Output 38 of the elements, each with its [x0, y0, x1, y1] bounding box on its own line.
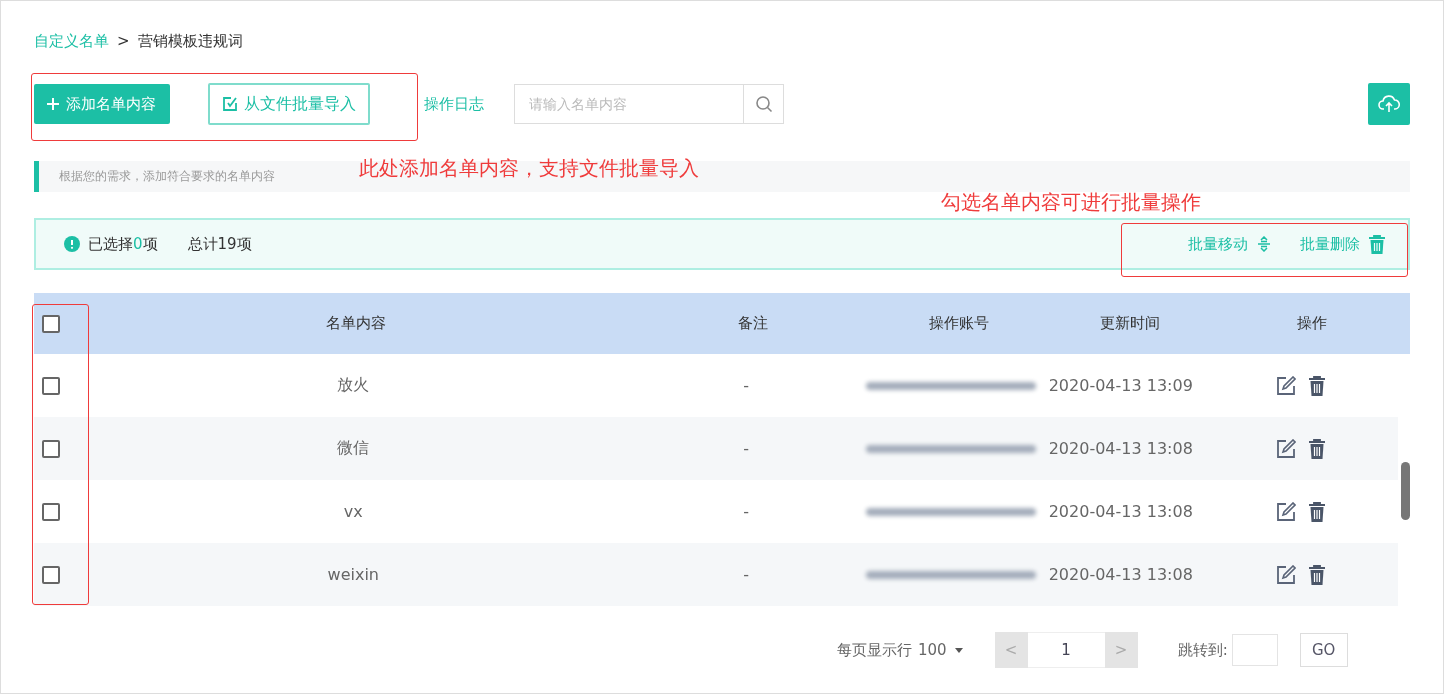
column-header: 更新时间	[1100, 314, 1161, 333]
table-cell: weixin	[327, 565, 379, 584]
batch-move-button[interactable]: 批量移动	[1188, 234, 1272, 254]
table-cell: -	[743, 502, 750, 521]
breadcrumb-separator: >	[117, 32, 130, 50]
go-button[interactable]: GO	[1299, 633, 1348, 667]
table-cell: 2020-04-13 13:09	[1048, 376, 1193, 395]
breadcrumb-link[interactable]: 自定义名单	[34, 31, 109, 51]
column-header: 操作账号	[928, 314, 989, 333]
rows-per-page-label: 每页显示行	[837, 640, 912, 660]
table-cell: 2020-04-13 13:08	[1048, 565, 1193, 584]
column-header: 备注	[737, 314, 768, 333]
add-content-button[interactable]: 添加名单内容	[34, 84, 170, 124]
search-field[interactable]: 请输入名单内容	[514, 84, 744, 124]
hint-text: 根据您的需求，添加符合要求的名单内容	[58, 168, 275, 185]
column-header: 操作	[1296, 314, 1327, 333]
annotation-text: 勾选名单内容可进行批量操作	[941, 189, 1201, 216]
next-page-button[interactable]: >	[1104, 632, 1138, 668]
breadcrumb-current: 营销模板违规词	[137, 31, 243, 51]
annotation-text: 此处添加名单内容，支持文件批量导入	[359, 155, 699, 182]
table-cell: -	[743, 439, 750, 458]
jump-to-label: 跳转到:	[1177, 640, 1228, 660]
table-cell: 2020-04-13 13:08	[1048, 439, 1193, 458]
column-header: 名单内容	[326, 314, 387, 333]
table-cell: 放火	[337, 375, 370, 396]
table-cell: 微信	[337, 438, 370, 459]
operation-log-link[interactable]: 操作日志	[424, 94, 484, 114]
previous-page-button[interactable]: <	[994, 632, 1028, 668]
rows-per-page-dropdown[interactable]: 100	[918, 641, 963, 659]
table-cell: -	[743, 376, 750, 395]
total-count: 总计19项	[187, 234, 252, 254]
import-button[interactable]: 从文件批量导入	[208, 83, 370, 125]
table-cell: vx	[343, 502, 363, 521]
selected-count: 已选择0项	[88, 234, 158, 254]
table-cell: -	[743, 565, 750, 584]
table-cell: 2020-04-13 13:08	[1048, 502, 1193, 521]
batch-delete-button[interactable]: 批量删除	[1300, 234, 1386, 254]
page-number[interactable]: 1	[1027, 632, 1105, 668]
